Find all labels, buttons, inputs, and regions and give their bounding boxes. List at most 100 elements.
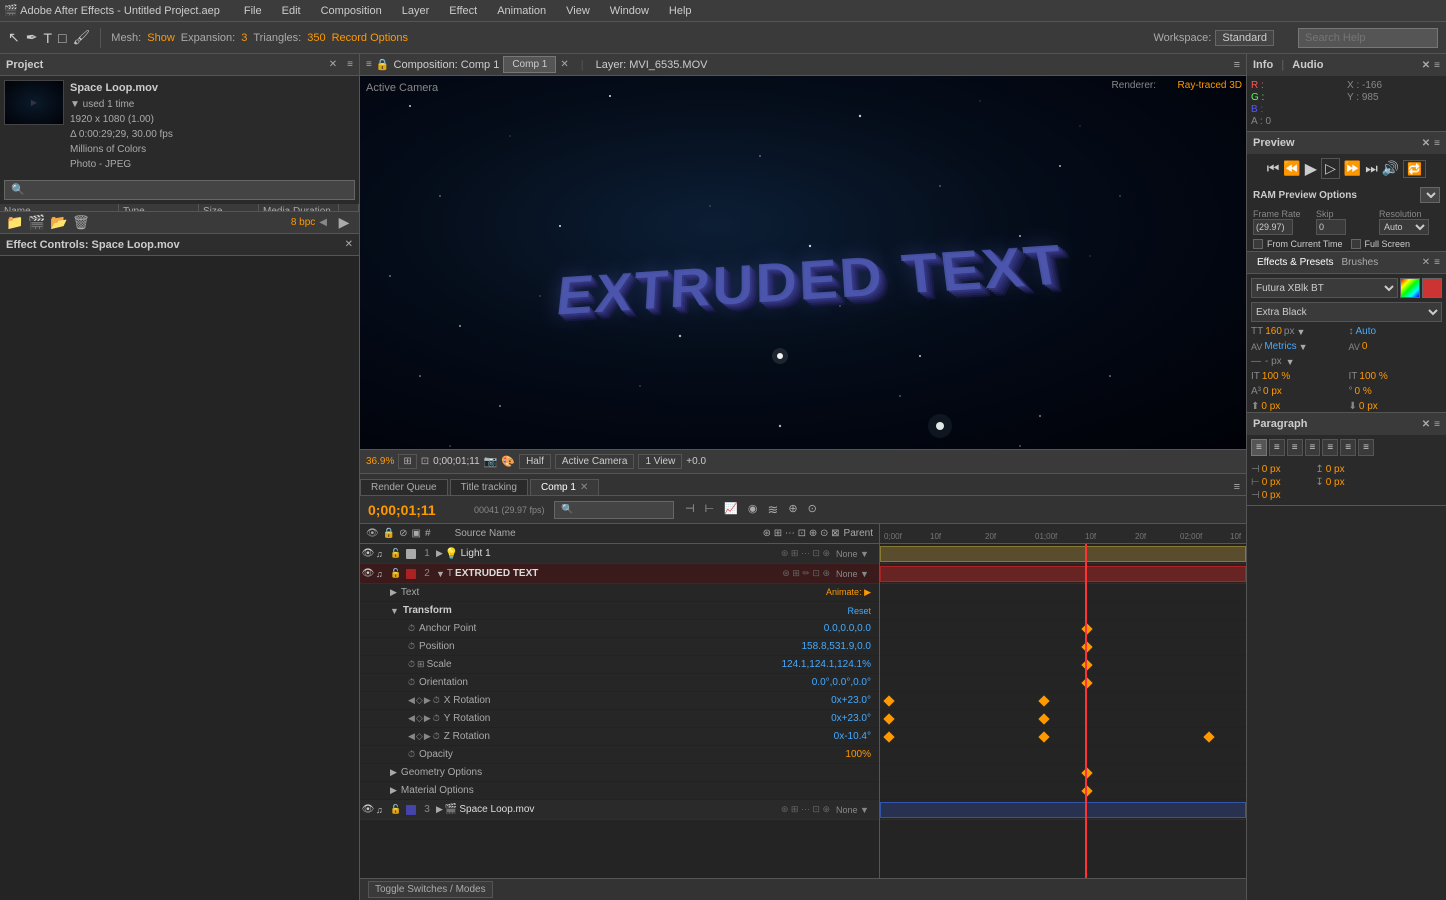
color-2[interactable] bbox=[406, 569, 416, 579]
yrot-kf-prev[interactable]: ◀ bbox=[408, 713, 415, 724]
viewer-expand-icon[interactable]: ≡ bbox=[366, 59, 372, 70]
zrot-kf-next[interactable]: ▶ bbox=[424, 731, 431, 742]
prev-back-btn[interactable]: ⏪ bbox=[1283, 160, 1300, 177]
yrot-kf-btn[interactable]: ◇ bbox=[416, 713, 423, 724]
menu-view[interactable]: View bbox=[562, 5, 594, 17]
viewer-view-dropdown[interactable]: Active Camera bbox=[555, 454, 635, 469]
comp-tab-close[interactable]: ✕ bbox=[560, 59, 568, 70]
zrot-kf-prev[interactable]: ◀ bbox=[408, 731, 415, 742]
record-options-btn[interactable]: Record Options bbox=[332, 32, 408, 44]
dash-triangle[interactable]: ▼ bbox=[1286, 357, 1295, 367]
lock-1[interactable]: 🔓 bbox=[390, 548, 404, 559]
pos-value[interactable]: 158.8,531.9,0.0 bbox=[801, 641, 879, 652]
menu-window[interactable]: Window bbox=[606, 5, 653, 17]
kf-yrot-2[interactable] bbox=[1038, 713, 1049, 724]
expand-1[interactable]: ▶ bbox=[436, 548, 443, 559]
color-swatch-2[interactable] bbox=[1422, 278, 1442, 298]
opacity-stopwatch[interactable]: ⏱ bbox=[408, 749, 415, 760]
eye-3[interactable]: 👁 bbox=[360, 804, 376, 815]
prev-play-btn[interactable]: ▶ bbox=[1305, 159, 1317, 179]
yrot-kf-next[interactable]: ▶ bbox=[424, 713, 431, 724]
tab-comp1[interactable]: Comp 1✕ bbox=[530, 479, 599, 495]
para-justify-last-right[interactable]: ≡ bbox=[1358, 439, 1374, 456]
scale-pct1-value[interactable]: 100 % bbox=[1262, 371, 1290, 382]
menu-effect[interactable]: Effect bbox=[445, 5, 481, 17]
viewer-lock-icon[interactable]: 🔒 bbox=[376, 58, 390, 71]
tl-menu-btn[interactable]: ≡ bbox=[1228, 479, 1246, 495]
brush-tool[interactable]: 🖌 bbox=[73, 29, 91, 46]
anchor-value[interactable]: 0.0,0.0,0.0 bbox=[824, 623, 879, 634]
layer-row-1[interactable]: 👁 ♫ 🔓 1 ▶ 💡 Light 1 ⊛ ⊞ ⋯ ⊡ ⊕ None ▼ bbox=[360, 544, 879, 564]
workspace-dropdown[interactable]: Standard bbox=[1215, 30, 1274, 46]
kf-zrot-2[interactable] bbox=[1038, 731, 1049, 742]
info-close-btn[interactable]: ✕ bbox=[1422, 60, 1430, 71]
pct-val1[interactable]: 0 % bbox=[1355, 386, 1372, 397]
lock-3[interactable]: 🔓 bbox=[390, 804, 404, 815]
auto-link[interactable]: Auto bbox=[1356, 326, 1377, 337]
xrot-stopwatch[interactable]: ⏱ bbox=[433, 695, 440, 706]
para-justify-right[interactable]: ≡ bbox=[1340, 439, 1356, 456]
scale-pct2-value[interactable]: 100 % bbox=[1359, 371, 1387, 382]
scale-stopwatch[interactable]: ⏱ bbox=[408, 659, 415, 670]
para-align-left[interactable]: ≡ bbox=[1251, 439, 1267, 456]
kf-geo-1[interactable] bbox=[1081, 767, 1092, 778]
resolution-dropdown[interactable]: Auto Full Half bbox=[1379, 219, 1429, 235]
kf-zrot-1[interactable] bbox=[883, 731, 894, 742]
prev-loop-btn[interactable]: 🔁 bbox=[1403, 160, 1426, 178]
menu-help[interactable]: Help bbox=[665, 5, 696, 17]
folder-btn[interactable]: 📂 bbox=[50, 214, 68, 231]
orient-stopwatch[interactable]: ⏱ bbox=[408, 677, 415, 688]
geo-expand[interactable]: ▶ bbox=[390, 767, 397, 778]
anchor-stopwatch[interactable]: ⏱ bbox=[408, 623, 415, 634]
tl-in-point-btn[interactable]: ⊣ bbox=[682, 501, 698, 519]
skip-input[interactable] bbox=[1316, 219, 1346, 235]
zrot-value[interactable]: 0x-10.4° bbox=[834, 731, 879, 742]
tab-render-queue[interactable]: Render Queue bbox=[360, 479, 448, 495]
space-after-val[interactable]: 0 px bbox=[1326, 477, 1345, 488]
orient-value[interactable]: 0.0°,0.0°,0.0° bbox=[812, 677, 879, 688]
shape-tool[interactable]: □ bbox=[58, 30, 66, 46]
para-justify-all[interactable]: ≡ bbox=[1322, 439, 1338, 456]
expand-3[interactable]: ▶ bbox=[436, 804, 443, 815]
viewer-1view-dropdown[interactable]: 1 View bbox=[638, 454, 682, 469]
kf-scale-1[interactable] bbox=[1081, 659, 1092, 670]
prev-last-btn[interactable]: ⏭ bbox=[1365, 160, 1378, 177]
menu-layer[interactable]: Layer bbox=[398, 5, 434, 17]
comp1-tab-close[interactable]: ✕ bbox=[580, 482, 588, 493]
yrot-stopwatch[interactable]: ⏱ bbox=[433, 713, 440, 724]
tl-search-input[interactable] bbox=[554, 501, 674, 519]
viewer-fit-btn[interactable]: ⊡ bbox=[421, 456, 429, 467]
preview-menu-btn[interactable]: ≡ bbox=[1434, 138, 1440, 149]
prev-audio-btn[interactable]: 🔊 bbox=[1382, 160, 1399, 177]
kf-orient-1[interactable] bbox=[1081, 677, 1092, 688]
text-prop-expand[interactable]: ▶ bbox=[390, 587, 397, 598]
ram-options-dropdown[interactable]: ▼ bbox=[1420, 187, 1440, 203]
animate-label[interactable]: Animate: ▶ bbox=[826, 587, 879, 598]
prev-fwd-btn[interactable]: ⏩ bbox=[1344, 160, 1361, 177]
yrot-value[interactable]: 0x+23.0° bbox=[831, 713, 879, 724]
viewer-comp-tab[interactable]: Comp 1 bbox=[503, 56, 556, 73]
xrot-kf-prev[interactable]: ◀ bbox=[408, 695, 415, 706]
color-1[interactable] bbox=[406, 549, 416, 559]
viewer-zoom-value[interactable]: 36.9% bbox=[366, 456, 394, 467]
paragraph-close-btn[interactable]: ✕ bbox=[1422, 419, 1430, 430]
kf-mat-1[interactable] bbox=[1081, 785, 1092, 796]
px-val2[interactable]: 0 px bbox=[1261, 401, 1280, 412]
kf-anchor-1[interactable] bbox=[1081, 623, 1092, 634]
effect-controls-close[interactable]: ✕ bbox=[345, 239, 353, 250]
comp-canvas[interactable]: EXTRUDED TEXT EXTRUDED TEXT EXTRUDED TEX… bbox=[360, 76, 1246, 449]
toolbar-show-btn[interactable]: Show bbox=[147, 32, 175, 44]
kf-xrot-1[interactable] bbox=[883, 695, 894, 706]
font-dropdown[interactable]: Futura XBlk BT bbox=[1251, 278, 1398, 298]
first-line-val[interactable]: 0 px bbox=[1262, 490, 1281, 501]
tl-solo-btn[interactable]: ◉ bbox=[745, 501, 761, 519]
size-triangle[interactable]: ▼ bbox=[1296, 327, 1305, 337]
full-screen-checkbox[interactable] bbox=[1351, 239, 1361, 249]
selection-tool[interactable]: ↖ bbox=[8, 29, 20, 46]
effects-menu-btn[interactable]: ≡ bbox=[1434, 257, 1440, 268]
effects-close-btn[interactable]: ✕ bbox=[1422, 257, 1430, 268]
render-queue-btn[interactable]: ▶ bbox=[335, 214, 353, 231]
metrics-triangle[interactable]: ▼ bbox=[1299, 342, 1308, 352]
layer-name-3[interactable]: Space Loop.mov bbox=[459, 804, 776, 815]
color-swatch-1[interactable] bbox=[1400, 278, 1420, 298]
